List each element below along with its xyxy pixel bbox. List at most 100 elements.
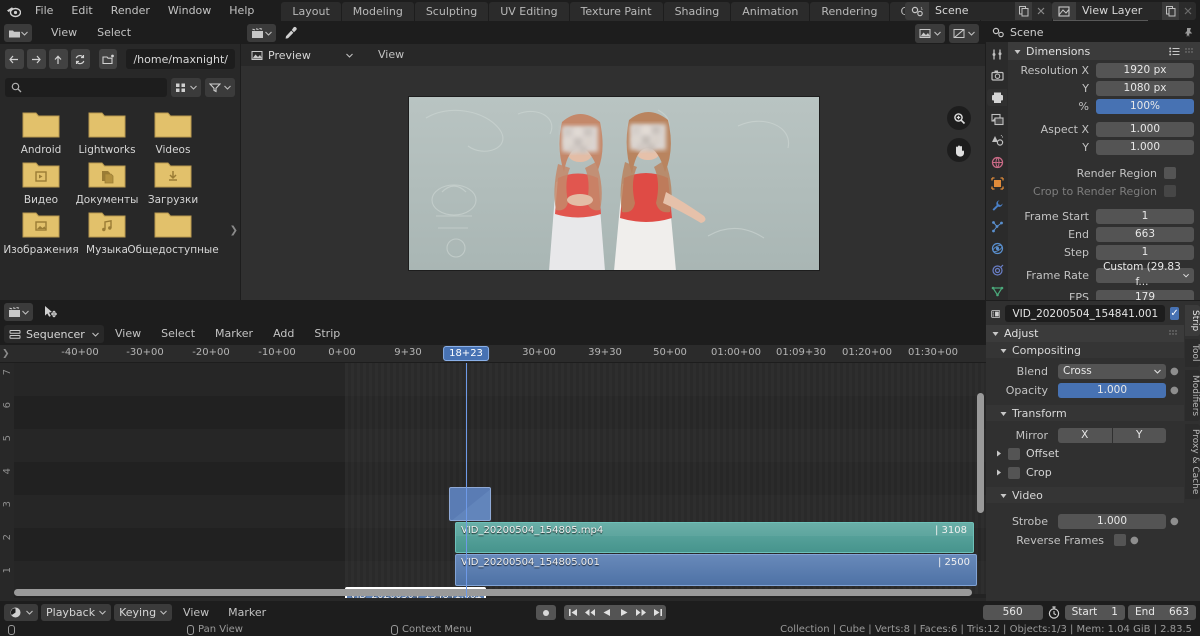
menu-render[interactable]: Render <box>102 0 159 22</box>
transform-section-header[interactable]: Transform <box>986 405 1184 421</box>
overlays-toggle[interactable] <box>949 24 979 43</box>
sequencer-view-type-selector[interactable]: Sequencer <box>4 325 104 343</box>
path-input[interactable]: /home/maxnight/ <box>126 49 236 69</box>
seq-menu-marker[interactable]: Marker <box>206 323 262 345</box>
animate-property-dot[interactable]: ● <box>1130 535 1139 546</box>
frame-start-field[interactable]: Start 1 <box>1064 605 1125 620</box>
strip-name-input[interactable]: VID_20200504_154841.001 <box>1005 305 1166 322</box>
sidebar-tab-modifiers[interactable]: Modifiers <box>1185 369 1200 421</box>
strip-movie[interactable]: VID_20200504_154805.001 | 2500 <box>455 554 977 586</box>
menu-help[interactable]: Help <box>220 0 263 22</box>
scene-selector[interactable]: Scene <box>905 2 1049 20</box>
fb-menu-view[interactable]: View <box>42 22 86 44</box>
strobe-value[interactable]: 1.000 <box>1058 513 1166 529</box>
frame-end-field[interactable]: End 663 <box>1127 605 1196 620</box>
images-icon[interactable] <box>987 111 1007 128</box>
animate-property-dot[interactable]: ● <box>1170 366 1179 377</box>
strip-movie[interactable]: VID_20200504_154805.mp4 | 3108 <box>455 522 974 553</box>
mesh-data-icon[interactable] <box>987 283 1007 300</box>
file-item[interactable]: Загрузки <box>140 158 206 206</box>
file-item[interactable]: Видео <box>8 158 74 206</box>
preview-canvas[interactable] <box>241 66 985 300</box>
file-item[interactable]: Общедоступные <box>127 208 219 256</box>
playback-menu[interactable]: Playback <box>41 604 112 621</box>
blender-logo-icon[interactable] <box>0 0 26 22</box>
hand-icon[interactable] <box>947 138 971 162</box>
close-icon[interactable] <box>1179 2 1196 20</box>
aspect-y-value[interactable]: 1.000 <box>1096 139 1194 155</box>
compositing-section-header[interactable]: Compositing <box>986 342 1184 358</box>
tab-animation[interactable]: Animation <box>731 1 810 21</box>
jump-to-end-icon[interactable] <box>649 605 666 620</box>
refresh-icon[interactable] <box>70 49 90 69</box>
sequencer-tracks[interactable]: 7 6 5 4 3 2 1 VID_20200504_154805.mp4 | … <box>0 363 986 598</box>
keying-menu[interactable]: Keying <box>114 604 173 621</box>
display-mode-selector[interactable]: Preview <box>247 46 357 64</box>
reverse-frames-checkbox[interactable] <box>1114 534 1126 546</box>
video-section-header[interactable]: Video <box>986 487 1184 503</box>
adjust-section-header[interactable]: Adjust <box>986 325 1184 342</box>
timeline-menu-marker[interactable]: Marker <box>220 606 274 619</box>
dimensions-panel-header[interactable]: Dimensions <box>1008 42 1200 60</box>
crop-section[interactable]: Crop <box>986 462 1184 481</box>
editor-type-selector[interactable] <box>247 24 276 42</box>
fb-menu-select[interactable]: Select <box>88 22 140 44</box>
cone-sphere-icon[interactable] <box>987 132 1007 149</box>
timeline-ruler[interactable]: ❯ -40+00 -30+00 -20+00 -10+00 0+00 9+30 … <box>0 345 986 363</box>
mirror-x-button[interactable]: X <box>1058 427 1112 443</box>
animate-property-dot[interactable]: ● <box>1170 516 1179 527</box>
file-item[interactable]: Lightworks <box>74 108 140 156</box>
mirror-y-button[interactable]: Y <box>1112 427 1166 443</box>
strip-enabled-checkbox[interactable]: ✓ <box>1170 307 1179 320</box>
view-layer-selector[interactable]: View Layer <box>1052 2 1196 20</box>
opacity-value[interactable]: 1.000 <box>1058 382 1166 398</box>
seq-menu-strip[interactable]: Strip <box>305 323 349 345</box>
menu-edit[interactable]: Edit <box>62 0 101 22</box>
view-layer-name[interactable]: View Layer <box>1076 2 1162 20</box>
seq-menu-view[interactable]: View <box>106 323 150 345</box>
search-input[interactable] <box>5 77 167 97</box>
printer-icon[interactable] <box>987 89 1007 106</box>
editor-type-selector[interactable] <box>4 24 32 42</box>
arrow-right-icon[interactable] <box>26 49 46 69</box>
horizontal-scrollbar[interactable] <box>14 589 972 596</box>
jump-to-start-icon[interactable] <box>564 605 581 620</box>
duplicate-icon[interactable] <box>1162 2 1179 20</box>
frame-step-value[interactable]: 1 <box>1096 244 1194 260</box>
tab-rendering[interactable]: Rendering <box>810 1 889 21</box>
tab-texture-paint[interactable]: Texture Paint <box>569 1 663 21</box>
render-region-checkbox[interactable] <box>1164 167 1176 179</box>
arrow-left-icon[interactable] <box>5 49 24 69</box>
frame-end-value[interactable]: 663 <box>1096 226 1194 242</box>
display-mode-button[interactable] <box>171 77 201 97</box>
wrench-icon[interactable] <box>987 197 1007 214</box>
file-item[interactable]: Videos <box>140 108 206 156</box>
gizmo-toggle[interactable] <box>915 24 945 43</box>
particles-icon[interactable] <box>987 219 1007 236</box>
stopwatch-icon[interactable] <box>1046 606 1062 619</box>
resolution-y-value[interactable]: 1080 px <box>1096 80 1194 96</box>
offset-section[interactable]: Offset <box>986 443 1184 462</box>
file-item[interactable]: Изображения <box>3 208 79 256</box>
frame-start-value[interactable]: 1 <box>1096 208 1194 224</box>
editor-type-selector[interactable] <box>4 604 38 621</box>
playhead[interactable] <box>466 363 467 598</box>
play-reverse-icon[interactable] <box>598 605 615 620</box>
vertical-scrollbar[interactable] <box>977 393 984 513</box>
duplicate-icon[interactable] <box>1015 2 1032 20</box>
square-corners-icon[interactable] <box>987 175 1007 192</box>
sidebar-tab-tool[interactable]: Tool <box>1185 339 1200 367</box>
region-toggle-icon[interactable]: ❯ <box>230 225 238 236</box>
timeline-menu-view[interactable]: View <box>175 606 217 619</box>
menu-window[interactable]: Window <box>159 0 220 22</box>
seq-menu-select[interactable]: Select <box>152 323 204 345</box>
preview-menu-view[interactable]: View <box>369 44 413 66</box>
file-item[interactable]: Документы <box>74 158 140 206</box>
prev-keyframe-icon[interactable] <box>581 605 598 620</box>
current-frame-field[interactable]: 560 <box>982 605 1043 620</box>
resolution-percent-value[interactable]: 100% <box>1096 98 1194 114</box>
constraint-icon[interactable] <box>987 262 1007 279</box>
sidebar-tab-strip[interactable]: Strip <box>1185 305 1200 337</box>
resolution-x-value[interactable]: 1920 px <box>1096 62 1194 78</box>
current-frame-indicator[interactable]: 18+23 <box>443 346 489 361</box>
